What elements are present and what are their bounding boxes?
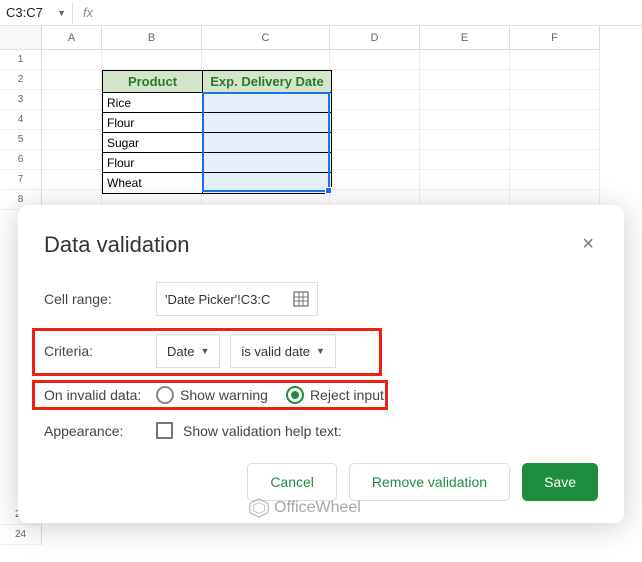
table-cell[interactable]: Sugar	[103, 133, 203, 153]
select-all-corner[interactable]	[0, 26, 42, 50]
table-cell[interactable]: Flour	[103, 113, 203, 133]
cells-area[interactable]: Product Exp. Delivery Date Rice Flour Su…	[42, 50, 642, 210]
name-box-value: C3:C7	[6, 5, 43, 20]
name-box[interactable]: C3:C7 ▼	[0, 2, 72, 24]
row-header[interactable]: 6	[0, 150, 42, 170]
column-headers: A B C D E F	[42, 26, 642, 50]
dialog-title: Data validation	[44, 232, 190, 258]
row-header[interactable]: 2	[0, 70, 42, 90]
table-cell[interactable]: Wheat	[103, 173, 203, 193]
row-header[interactable]: 1	[0, 50, 42, 70]
table-cell[interactable]	[203, 173, 331, 193]
help-text-label: Show validation help text:	[183, 423, 342, 439]
table-cell[interactable]: Flour	[103, 153, 203, 173]
chevron-down-icon: ▼	[57, 8, 66, 18]
col-header[interactable]: F	[510, 26, 600, 50]
col-header[interactable]: C	[202, 26, 330, 50]
row-header[interactable]: 5	[0, 130, 42, 150]
row-header[interactable]: 7	[0, 170, 42, 190]
appearance-label: Appearance:	[44, 423, 156, 439]
annotation-highlight	[32, 328, 382, 376]
spreadsheet-area: 1 2 3 4 5 6 7 8 A B C D E F Pro	[0, 26, 642, 210]
grid-select-icon[interactable]	[293, 291, 309, 307]
row-header[interactable]: 4	[0, 110, 42, 130]
table-header-product: Product	[103, 71, 203, 93]
cancel-button[interactable]: Cancel	[247, 463, 337, 501]
cell-range-input[interactable]: 'Date Picker'!C3:C	[156, 282, 318, 316]
cell-range-label: Cell range:	[44, 291, 156, 307]
cell-range-value: 'Date Picker'!C3:C	[165, 292, 270, 307]
table-cell[interactable]	[203, 113, 331, 133]
col-header[interactable]: D	[330, 26, 420, 50]
row-headers: 1 2 3 4 5 6 7 8	[0, 26, 42, 210]
row-header[interactable]: 3	[0, 90, 42, 110]
table-cell[interactable]: Rice	[103, 93, 203, 113]
formula-bar-row: C3:C7 ▼ fx	[0, 0, 642, 26]
help-text-checkbox[interactable]	[156, 422, 173, 439]
close-icon[interactable]: ×	[578, 229, 598, 260]
formula-input[interactable]	[103, 2, 642, 24]
table-cell[interactable]	[203, 133, 331, 153]
remove-validation-button[interactable]: Remove validation	[349, 463, 510, 501]
annotation-highlight	[32, 380, 388, 410]
table-cell[interactable]	[203, 93, 331, 113]
col-header[interactable]: A	[42, 26, 102, 50]
table-header-date: Exp. Delivery Date	[203, 71, 331, 93]
fx-label: fx	[72, 2, 103, 24]
col-header[interactable]: B	[102, 26, 202, 50]
row-header[interactable]: 24	[0, 525, 42, 545]
save-button[interactable]: Save	[522, 463, 598, 501]
table-cell[interactable]	[203, 153, 331, 173]
data-table: Product Exp. Delivery Date Rice Flour Su…	[102, 70, 332, 194]
col-header[interactable]: E	[420, 26, 510, 50]
